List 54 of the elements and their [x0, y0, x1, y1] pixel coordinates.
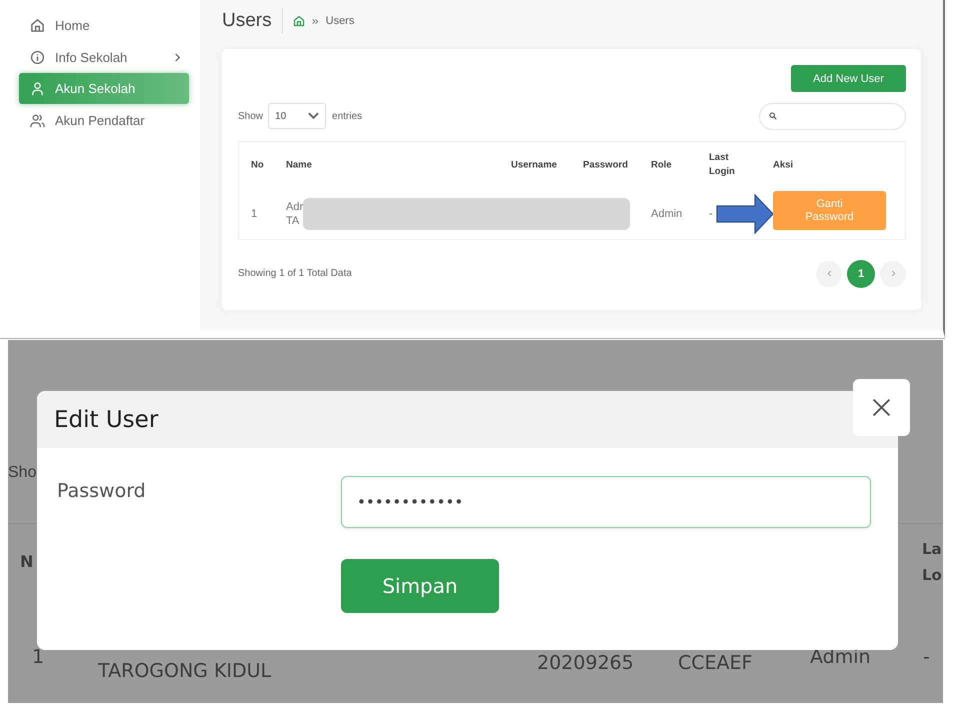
column-header: No [251, 159, 264, 170]
field-label: Password [57, 480, 147, 504]
home-icon [30, 18, 45, 33]
column-header: Name [286, 159, 312, 170]
close-button[interactable] [853, 379, 910, 436]
search-field[interactable] [759, 102, 906, 130]
column-header: Role [651, 159, 672, 170]
show-label: Show [238, 110, 264, 122]
column-header: Last Login [709, 150, 736, 178]
caret-icon [308, 112, 320, 120]
sidebar-item[interactable]: Akun Sekolah [19, 73, 189, 104]
column-header: Aksi [773, 159, 794, 170]
page-title: Users [222, 10, 272, 32]
column-header: Username [511, 159, 557, 170]
password-field[interactable]: •••••••••••• [341, 476, 871, 528]
sidebar-item[interactable]: Akun Pendaftar [19, 104, 189, 136]
sidebar-item[interactable]: Info Sekolah [19, 42, 189, 72]
info-icon [30, 50, 45, 64]
user-icon [30, 81, 45, 96]
breadcrumb: Users [326, 15, 354, 27]
next-page-button[interactable] [880, 260, 906, 286]
dialog-title: Edit User [54, 406, 158, 432]
table-cell: TAROGONG KIDUL [98, 660, 272, 682]
chevron-right-icon [890, 270, 896, 277]
column-header: La [922, 540, 942, 558]
chevron-left-icon [826, 270, 832, 277]
page-text: Sho [8, 464, 36, 482]
add-user-button[interactable]: Add New User [791, 65, 906, 92]
table-cell: CCEAEF [678, 652, 752, 674]
table-cell: 1 [32, 646, 44, 668]
table-cell: Admin [810, 646, 871, 668]
column-header: Password [583, 159, 628, 170]
column-header: N [20, 552, 34, 571]
close-icon [871, 397, 892, 418]
sidebar-item[interactable]: Home [19, 10, 189, 41]
page-button[interactable]: 1 [847, 260, 875, 288]
table-cell: - [923, 646, 930, 668]
table-cell: 20209265 [537, 652, 634, 674]
users-icon [30, 112, 45, 128]
table-cell-text: - [709, 206, 714, 220]
table-cell: Adr [286, 200, 304, 214]
page-size-select[interactable]: 10 [268, 103, 326, 129]
home-icon[interactable] [292, 15, 305, 27]
table-cell: 1 [251, 208, 258, 220]
table-cell-text: TA [286, 214, 300, 228]
entries-label: entries [332, 110, 362, 122]
column-header: Lo [922, 566, 942, 584]
showing-summary: Showing 1 of 1 Total Data [238, 268, 352, 279]
chevrons-icon [312, 18, 319, 24]
table-cell: Admin [651, 208, 682, 220]
annotation-arrow [716, 194, 774, 234]
save-button[interactable]: Simpan [341, 559, 499, 613]
previous-page-button[interactable] [816, 260, 842, 286]
search-icon [769, 112, 777, 120]
